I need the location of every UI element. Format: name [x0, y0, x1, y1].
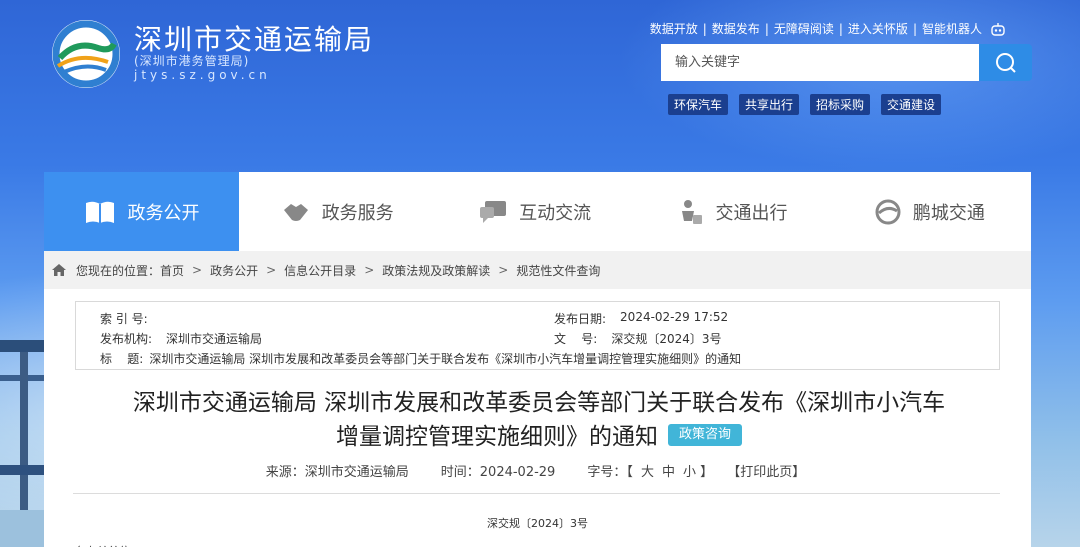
article-time: 时间：2024-02-29 — [440, 465, 556, 480]
tag-traffic-construction[interactable]: 交通建设 — [881, 94, 942, 115]
meta-index-row: 索 引 号: — [100, 310, 162, 327]
tag-procurement[interactable]: 招标采购 — [810, 94, 871, 115]
separator: | — [912, 21, 917, 36]
book-icon — [85, 201, 114, 223]
meta-title-label: 标 题: — [100, 352, 144, 366]
search-button[interactable] — [979, 44, 1032, 81]
breadcrumb-info-catalog[interactable]: 信息公开目录 — [284, 262, 356, 279]
nav-label: 政务公开 — [127, 202, 200, 224]
font-size-medium[interactable]: 中 — [662, 465, 675, 480]
print-page-button[interactable]: 【打印此页】 — [727, 465, 805, 480]
robot-icon[interactable] — [990, 22, 1006, 36]
hot-tags: 环保汽车 共享出行 招标采购 交通建设 — [668, 94, 942, 115]
swirl-logo-icon — [875, 199, 901, 224]
breadcrumb-gov-open[interactable]: 政务公开 — [210, 262, 258, 279]
nav-item-interaction[interactable]: 互动交流 — [436, 172, 633, 251]
content-divider — [73, 493, 1000, 494]
nav-label: 交通出行 — [715, 202, 788, 224]
font-size-large[interactable]: 大 — [641, 465, 654, 480]
meta-date-label: 发布日期: — [554, 312, 607, 326]
body-text-start: 各有关单位： — [75, 543, 141, 547]
handshake-icon — [283, 203, 308, 221]
nav-label: 政务服务 — [321, 202, 394, 224]
link-data-open[interactable]: 数据开放 — [650, 20, 698, 37]
meta-title-row: 标 题: 深圳市交通运输局 深圳市发展和改革委员会等部门关于联合发布《深圳市小汽… — [100, 350, 741, 367]
top-links: 数据开放 | 数据发布 | 无障碍阅读 | 进入关怀版 | 智能机器人 — [650, 20, 1006, 37]
meta-date-value: 2024-02-29 17:52 — [620, 310, 729, 324]
meta-org-row: 发布机构: 深圳市交通运输局 — [100, 330, 262, 347]
nav-item-gov-affairs-open[interactable]: 政务公开 — [44, 172, 239, 251]
meta-docno-value: 深交规〔2024〕3号 — [611, 332, 722, 346]
nav-label: 鹏城交通 — [912, 202, 985, 224]
article-title-line2: 增量调控管理实施细则》的通知 — [335, 424, 658, 450]
separator: | — [764, 21, 769, 36]
breadcrumb-prefix: 您现在的位置： — [76, 263, 161, 278]
tag-eco-car[interactable]: 环保汽车 — [668, 94, 729, 115]
meta-org-label: 发布机构: — [100, 332, 153, 346]
nav-item-travel[interactable]: 交通出行 — [634, 172, 831, 251]
meta-date-row: 发布日期: 2024-02-29 17:52 — [554, 310, 728, 327]
search-input[interactable] — [661, 44, 979, 81]
search-icon — [995, 52, 1016, 73]
separator: | — [838, 21, 843, 36]
meta-docno-row: 文 号: 深交规〔2024〕3号 — [554, 330, 722, 347]
document-meta-box: 索 引 号: 发布日期: 2024-02-29 17:52 发布机构: 深圳市交… — [75, 301, 1000, 370]
bracket-close: 】 — [700, 465, 714, 480]
site-domain: jtys.sz.gov.cn — [134, 68, 271, 82]
policy-consult-button[interactable]: 政策咨询 — [667, 423, 742, 446]
site-subtitle: (深圳市港务管理局) — [134, 54, 250, 68]
breadcrumb-home[interactable]: 首页 — [160, 262, 184, 279]
link-accessible-reading[interactable]: 无障碍阅读 — [774, 20, 834, 37]
breadcrumb-policies[interactable]: 政策法规及政策解读 — [382, 262, 490, 279]
font-size-label: 字号： — [587, 465, 627, 480]
tag-shared-travel[interactable]: 共享出行 — [739, 94, 800, 115]
meta-index-label: 索 引 号: — [100, 312, 148, 326]
chat-icon — [480, 200, 507, 223]
font-size-small[interactable]: 小 — [683, 465, 696, 480]
link-smart-robot[interactable]: 智能机器人 — [922, 20, 982, 37]
breadcrumb-normative-docs[interactable]: 规范性文件查询 — [516, 262, 600, 279]
breadcrumb-separator: > — [364, 263, 375, 277]
font-size-control: 字号：【 大中小】 【打印此页】 — [587, 461, 809, 480]
meta-org-value: 深圳市交通运输局 — [166, 332, 263, 346]
separator: | — [702, 21, 707, 36]
article-info-line: 来源：深圳市交通运输局 时间：2024-02-29 字号：【 大中小】 【打印此… — [44, 461, 1031, 480]
meta-title-value: 深圳市交通运输局 深圳市发展和改革委员会等部门关于联合发布《深圳市小汽车增量调控… — [149, 352, 742, 366]
meta-docno-label: 文 号: — [554, 332, 598, 346]
breadcrumb-separator: > — [192, 263, 203, 277]
nav-label: 互动交流 — [519, 202, 592, 224]
content-panel: 您现在的位置： 首页 > 政务公开 > 信息公开目录 > 政策法规及政策解读 >… — [44, 251, 1031, 547]
traveler-icon — [682, 199, 703, 224]
main-nav: 政务公开 政务服务 互动交流 交通出行 鹏城交通 — [44, 172, 1031, 251]
bracket-open: 【 — [626, 465, 633, 480]
article-source: 来源：深圳市交通运输局 — [265, 465, 409, 480]
nav-item-pengcheng-traffic[interactable]: 鹏城交通 — [831, 172, 1028, 251]
breadcrumb: 您现在的位置： 首页 > 政务公开 > 信息公开目录 > 政策法规及政策解读 >… — [44, 251, 1031, 289]
site-logo[interactable] — [46, 18, 126, 90]
nav-item-gov-services[interactable]: 政务服务 — [239, 172, 436, 251]
breadcrumb-separator: > — [266, 263, 277, 277]
home-icon — [52, 264, 66, 276]
article-title: 深圳市交通运输局 深圳市发展和改革委员会等部门关于联合发布《深圳市小汽车 增量调… — [104, 386, 974, 454]
article-title-line1: 深圳市交通运输局 深圳市发展和改革委员会等部门关于联合发布《深圳市小汽车 — [132, 390, 946, 416]
breadcrumb-separator: > — [498, 263, 509, 277]
search-bar — [661, 44, 1032, 81]
document-number: 深交规〔2024〕3号 — [487, 517, 588, 530]
link-data-publish[interactable]: 数据发布 — [712, 20, 760, 37]
link-care-version[interactable]: 进入关怀版 — [848, 20, 908, 37]
